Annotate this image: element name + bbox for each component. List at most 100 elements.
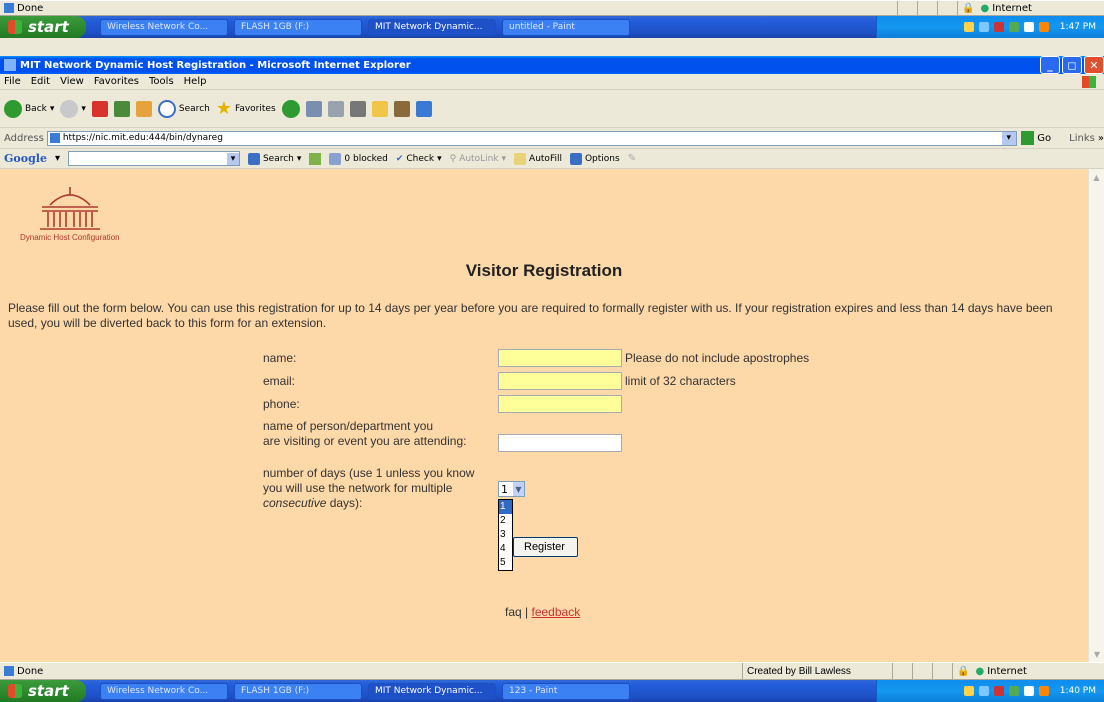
back-button[interactable]: Back ▾: [4, 99, 55, 118]
task-mit[interactable]: MIT Network Dynamic...: [368, 18, 496, 36]
messenger-icon[interactable]: [415, 100, 432, 117]
edit-icon[interactable]: [349, 100, 366, 117]
chevron-down-icon: ▼: [513, 482, 524, 496]
research-icon[interactable]: [393, 100, 410, 117]
home-icon[interactable]: [135, 100, 152, 117]
spellcheck-button[interactable]: ✔ Check ▾: [396, 154, 442, 164]
days-label-emphasis: consecutive: [263, 496, 327, 510]
autolink-button[interactable]: ⚲ AutoLink ▾: [450, 154, 506, 164]
menu-view[interactable]: View: [60, 76, 84, 87]
visiting-field[interactable]: [498, 434, 622, 452]
chevron-down-icon: ▾: [49, 103, 55, 114]
task-label: MIT Network Dynamic...: [375, 22, 483, 32]
task-paint[interactable]: 123 - Paint: [502, 682, 630, 700]
lock-icon: 🔒: [962, 2, 975, 14]
pencil-icon[interactable]: ✎: [628, 153, 636, 164]
folder-icon[interactable]: [371, 100, 388, 117]
pagerank-icon[interactable]: [309, 152, 322, 165]
forward-button[interactable]: ▾: [60, 99, 86, 118]
chevron-right-icon: »: [1097, 132, 1104, 144]
created-by-cell: Created by Bill Lawless: [742, 663, 892, 679]
email-label: email:: [263, 374, 296, 388]
menu-file[interactable]: File: [4, 76, 21, 87]
task-label: MIT Network Dynamic...: [375, 686, 483, 696]
refresh-icon[interactable]: [113, 100, 130, 117]
status-text: Done: [17, 2, 44, 14]
created-by-text: Created by Bill Lawless: [747, 665, 851, 677]
email-note: limit of 32 characters: [625, 374, 736, 388]
zone-text: Internet: [992, 2, 1032, 14]
blocker-icon: [329, 152, 342, 165]
page-title: Visitor Registration: [465, 261, 623, 280]
standard-toolbar: Back ▾ ▾ Search ★ Favorites: [0, 90, 1104, 128]
mail-icon[interactable]: [305, 100, 322, 117]
autofill-button[interactable]: AutoFill: [514, 152, 562, 165]
days-option[interactable]: 5: [499, 556, 512, 570]
go-button[interactable]: Go: [1037, 133, 1051, 144]
task-flash[interactable]: FLASH 1GB (F:): [234, 18, 362, 36]
address-input[interactable]: https://nic.mit.edu:444/bin/dynareg ▾: [46, 130, 1017, 146]
favorites-button[interactable]: ★ Favorites: [216, 98, 276, 119]
close-button[interactable]: ✕: [1084, 56, 1104, 74]
task-label: FLASH 1GB (F:): [241, 22, 310, 32]
address-dropdown-icon[interactable]: ▾: [1001, 131, 1016, 145]
start-button[interactable]: start: [0, 680, 86, 702]
lock-icon: 🔒: [957, 665, 970, 677]
days-option[interactable]: 4: [499, 542, 512, 556]
search-icon: [157, 99, 176, 118]
days-option[interactable]: 1: [499, 500, 512, 514]
print-icon[interactable]: [327, 100, 344, 117]
phone-field[interactable]: [498, 395, 622, 413]
task-wireless[interactable]: Wireless Network Co...: [100, 682, 228, 700]
links-button[interactable]: Links: [1069, 133, 1095, 144]
vertical-scrollbar[interactable]: ▲ ▼: [1088, 169, 1104, 662]
menu-edit[interactable]: Edit: [31, 76, 50, 87]
blocked-label: 0 blocked: [344, 153, 388, 164]
days-select[interactable]: 1 ▼: [498, 481, 525, 497]
footer-links: faq | feedback: [505, 605, 580, 619]
window-title-bar: MIT Network Dynamic Host Registration - …: [0, 56, 1104, 74]
start-label: start: [28, 682, 69, 700]
stop-icon[interactable]: [91, 100, 108, 117]
register-button[interactable]: Register: [513, 537, 578, 557]
popup-blocker-button[interactable]: 0 blocked: [329, 152, 388, 165]
history-icon[interactable]: [281, 99, 300, 118]
forward-arrow-icon: [60, 99, 79, 118]
zone-cell: 🔒 ● Internet: [952, 663, 1104, 679]
scroll-down-icon[interactable]: ▼: [1089, 646, 1104, 662]
back-label: Back: [25, 103, 47, 114]
days-label-line3: consecutive days):: [263, 496, 362, 510]
task-mit[interactable]: MIT Network Dynamic...: [368, 682, 496, 700]
menu-favorites[interactable]: Favorites: [94, 76, 139, 87]
windows-flag-icon: [8, 20, 22, 34]
options-label: Options: [584, 153, 620, 164]
google-search-label: Search: [262, 153, 294, 164]
google-search-button[interactable]: Search ▾: [247, 152, 301, 165]
feedback-link[interactable]: feedback: [531, 605, 580, 619]
task-paint[interactable]: untitled - Paint: [502, 18, 630, 36]
dropdown-icon[interactable]: ▾: [226, 152, 239, 165]
task-flash[interactable]: FLASH 1GB (F:): [234, 682, 362, 700]
task-label: 123 - Paint: [509, 686, 558, 696]
days-option[interactable]: 3: [499, 528, 512, 542]
options-button[interactable]: Options: [569, 152, 620, 165]
google-search-input[interactable]: ▾: [67, 151, 240, 166]
menu-help[interactable]: Help: [184, 76, 207, 87]
task-wireless[interactable]: Wireless Network Co...: [100, 18, 228, 36]
phone-label: phone:: [263, 397, 300, 411]
search-button[interactable]: Search: [157, 99, 210, 118]
maximize-button[interactable]: ◻: [1062, 56, 1082, 74]
days-option[interactable]: 2: [499, 514, 512, 528]
globe-icon: ●: [975, 665, 985, 677]
minimize-button[interactable]: _: [1040, 56, 1060, 74]
address-label: Address: [4, 132, 44, 144]
name-field[interactable]: [498, 349, 622, 367]
email-field[interactable]: [498, 372, 622, 390]
start-button[interactable]: start: [0, 16, 86, 38]
scroll-up-icon[interactable]: ▲: [1089, 169, 1104, 185]
zone-text: Internet: [987, 665, 1027, 677]
go-arrow-icon[interactable]: [1020, 131, 1035, 145]
google-logo[interactable]: Google: [4, 152, 47, 165]
menu-tools[interactable]: Tools: [149, 76, 174, 87]
chevron-down-icon: ▾: [81, 103, 86, 114]
